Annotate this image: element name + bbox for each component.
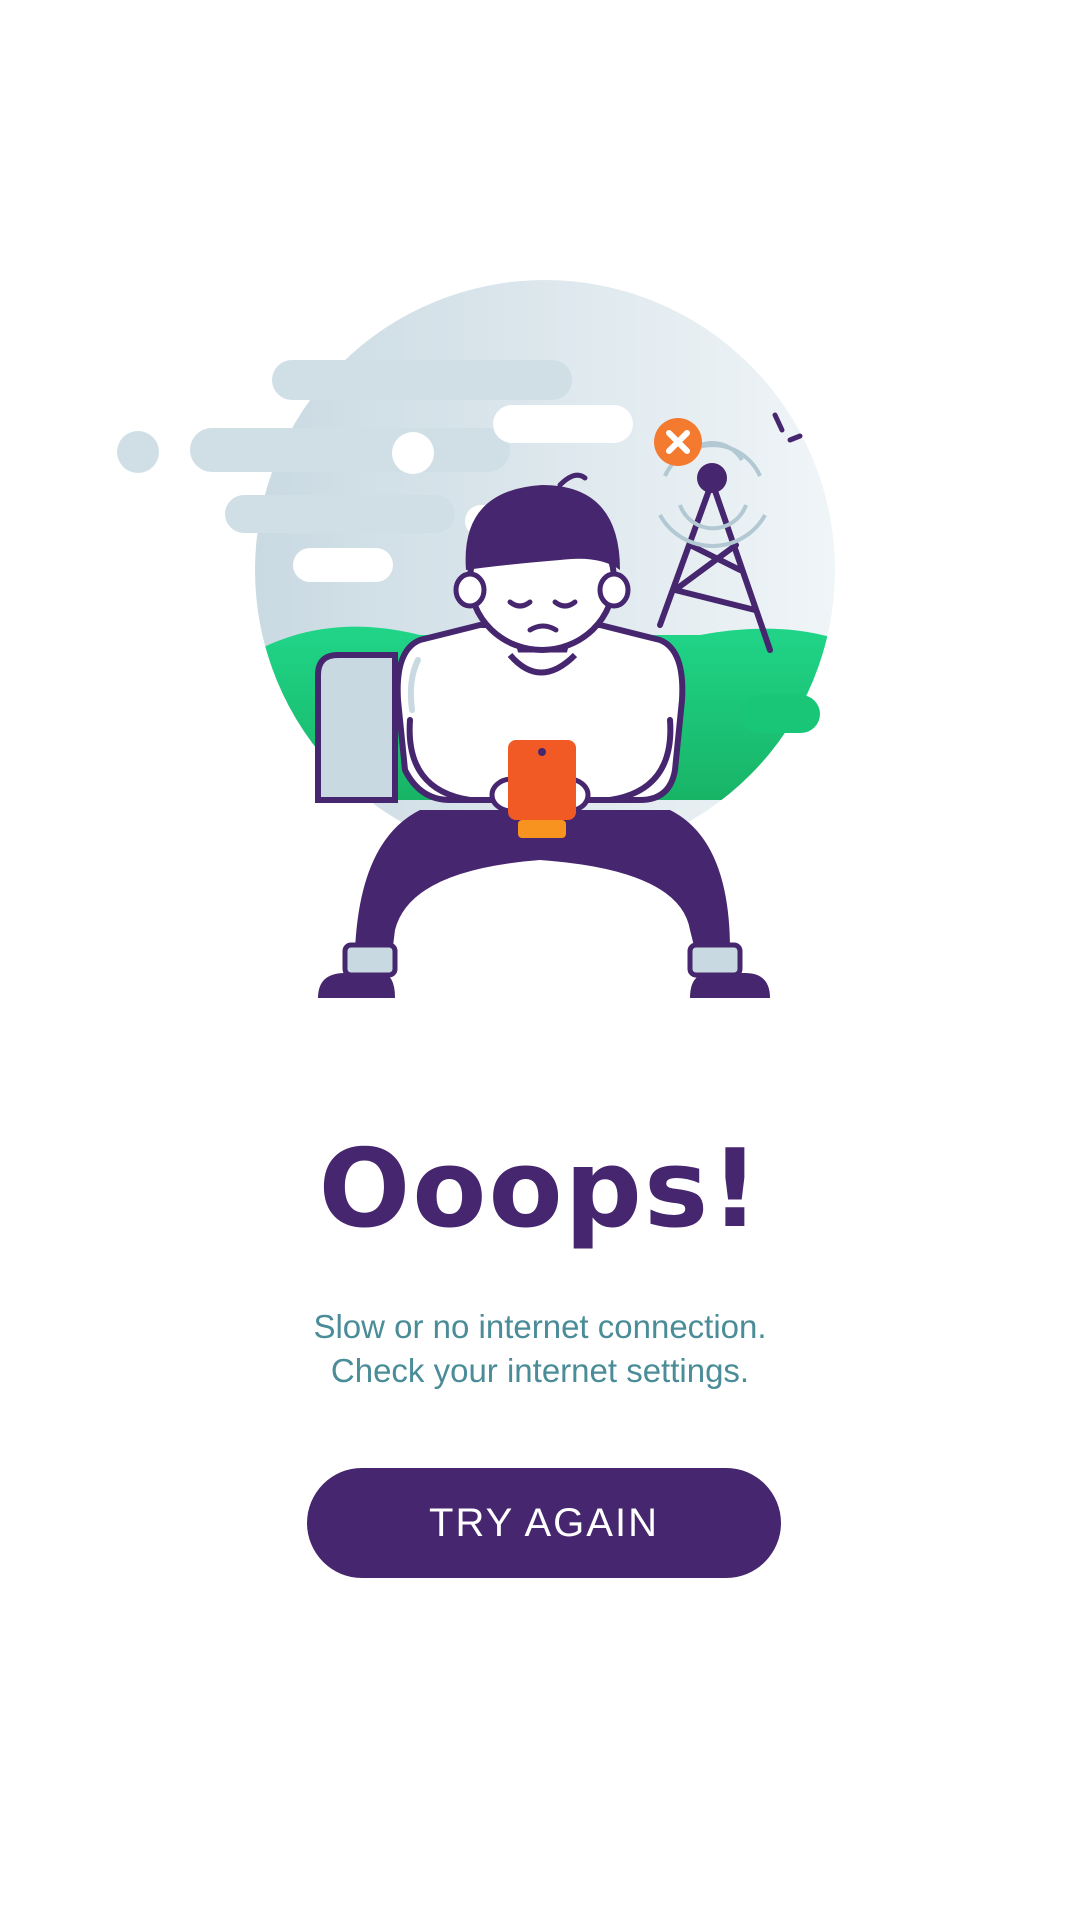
- try-again-button[interactable]: TRY AGAIN: [307, 1468, 781, 1578]
- no-connection-illustration: [0, 280, 1080, 1040]
- error-message-line-1: Slow or no internet connection.: [313, 1308, 767, 1345]
- error-title: Ooops!: [318, 1127, 762, 1252]
- no-connection-screen: Ooops! Slow or no internet connection. C…: [0, 0, 1080, 1920]
- error-message-line-2: Check your internet settings.: [330, 1352, 750, 1389]
- person-offline-icon: [117, 280, 835, 998]
- error-message: Slow or no internet connection. Check yo…: [0, 1305, 1080, 1393]
